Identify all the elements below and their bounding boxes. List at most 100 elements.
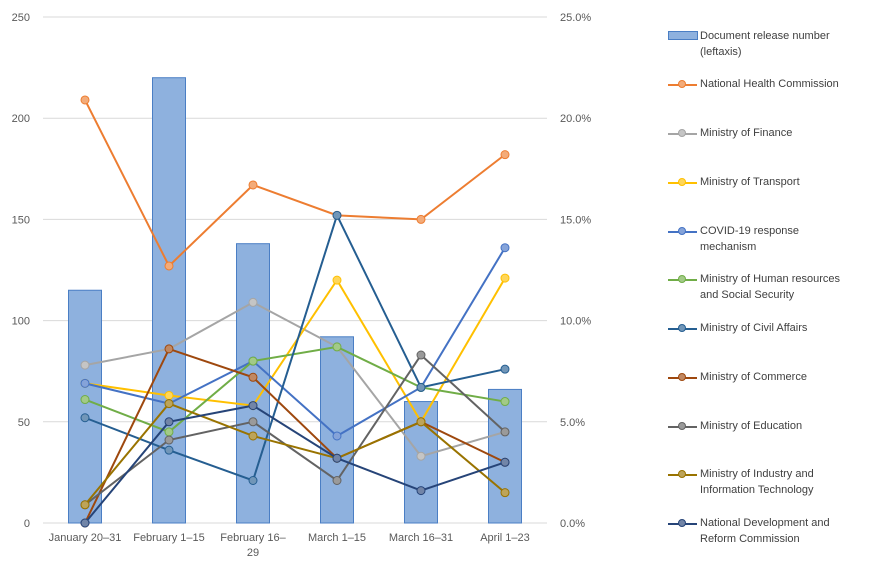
left-axis-tick: 0	[24, 518, 30, 530]
series-line	[84, 301, 506, 458]
left-axis-ticks: 0 50 100 150 200 250	[12, 12, 30, 530]
legend-label: COVID-19 response mechanism	[700, 225, 800, 253]
data-point	[80, 95, 90, 105]
data-point	[332, 453, 342, 463]
data-point	[164, 445, 174, 455]
legend-line-marker-icon	[665, 271, 699, 285]
data-point	[500, 457, 510, 467]
data-point	[332, 475, 342, 485]
legend-label: Ministry of Human resources and Social S…	[700, 273, 840, 301]
legend-item: National Development and Reform Commissi…	[665, 515, 871, 547]
line-series	[80, 95, 510, 528]
data-point	[416, 350, 426, 360]
bar	[152, 77, 186, 524]
data-point	[80, 378, 90, 388]
series-ministry-of-commerce	[80, 344, 510, 528]
x-axis-tick: March 16–31	[389, 532, 453, 544]
data-point	[164, 435, 174, 445]
legend-item: Ministry of Human resources and Social S…	[665, 271, 871, 303]
data-point	[500, 427, 510, 437]
data-point	[332, 342, 342, 352]
data-point	[500, 488, 510, 498]
legend-label: Ministry of Industry and Information Tec…	[700, 468, 814, 496]
legend-label: National Development and Reform Commissi…	[700, 517, 830, 545]
legend-label: Ministry of Transport	[700, 176, 800, 188]
data-point	[248, 372, 258, 382]
data-point	[248, 356, 258, 366]
data-point	[164, 417, 174, 427]
data-point	[332, 275, 342, 285]
right-axis-tick: 20.0%	[560, 113, 591, 125]
x-axis-tick: February 16– 29	[220, 532, 286, 559]
series-line	[84, 345, 506, 434]
legend-label: Ministry of Education	[700, 420, 803, 432]
left-axis-tick: 250	[12, 12, 30, 24]
legend-item: National Health Commission	[665, 76, 871, 92]
data-point	[80, 413, 90, 423]
legend-bar-swatch-icon	[665, 28, 699, 42]
legend-item: Ministry of Transport	[665, 174, 871, 190]
data-point	[80, 518, 90, 528]
legend-label: Ministry of Commerce	[700, 371, 807, 383]
legend-label: Document release number (leftaxis)	[700, 30, 830, 58]
data-point	[500, 150, 510, 160]
legend-item: Ministry of Finance	[665, 125, 871, 141]
legend-item: COVID-19 response mechanism	[665, 223, 871, 255]
legend-item: Ministry of Education	[665, 418, 871, 434]
legend-item: Ministry of Industry and Information Tec…	[665, 466, 871, 498]
data-point	[416, 417, 426, 427]
x-axis-tick: March 1–15	[308, 532, 366, 544]
data-point	[248, 417, 258, 427]
legend-line-marker-icon	[665, 174, 699, 188]
x-axis-tick: April 1–23	[480, 532, 530, 544]
data-point	[248, 475, 258, 485]
legend-label: Ministry of Finance	[700, 127, 793, 139]
left-axis-tick: 50	[18, 417, 30, 429]
series-line	[84, 99, 506, 268]
data-point	[416, 486, 426, 496]
right-axis-tick: 25.0%	[560, 12, 591, 24]
x-axis-tick: January 20–31	[49, 532, 122, 544]
right-axis-tick: 15.0%	[560, 214, 591, 226]
data-point	[164, 427, 174, 437]
legend-line-marker-icon	[665, 76, 699, 90]
left-axis-tick: 150	[12, 214, 30, 226]
data-point	[332, 431, 342, 441]
legend-item: Document release number (leftaxis)	[665, 28, 871, 60]
right-axis-tick: 0.0%	[560, 518, 585, 530]
data-point	[332, 210, 342, 220]
data-point	[248, 401, 258, 411]
legend-line-marker-icon	[665, 466, 699, 480]
data-point	[500, 397, 510, 407]
series-ministry-of-education	[80, 350, 510, 510]
data-point	[164, 261, 174, 271]
legend-line-marker-icon	[665, 125, 699, 139]
data-point	[500, 364, 510, 374]
legend-label: Ministry of Civil Affairs	[700, 322, 808, 334]
legend-line-marker-icon	[665, 515, 699, 529]
data-point	[248, 297, 258, 307]
legend-line-marker-icon	[665, 418, 699, 432]
bar-series	[68, 77, 522, 524]
x-axis-tick: February 1–15	[133, 532, 205, 544]
series-national-health-commission	[80, 95, 510, 271]
series-national-development-and-reform-commission	[80, 401, 510, 528]
data-point	[164, 399, 174, 409]
data-point	[416, 382, 426, 392]
legend-line-marker-icon	[665, 320, 699, 334]
data-point	[416, 214, 426, 224]
legend-item: Ministry of Civil Affairs	[665, 320, 871, 336]
data-point	[164, 390, 174, 400]
bar	[68, 289, 102, 524]
legend-label: National Health Commission	[700, 78, 839, 90]
data-point	[164, 344, 174, 354]
data-point	[248, 180, 258, 190]
legend-line-marker-icon	[665, 223, 699, 237]
data-point	[80, 360, 90, 370]
right-axis-tick: 5.0%	[560, 417, 585, 429]
x-axis-ticks: January 20–31 February 1–15 February 16– 29…	[49, 532, 530, 559]
data-point	[416, 451, 426, 461]
left-axis-tick: 200	[12, 113, 30, 125]
series-ministry-of-industry-and-information-technology	[80, 399, 510, 510]
right-axis-ticks: 0.0% 5.0% 10.0% 15.0% 20.0% 25.0%	[560, 12, 591, 530]
